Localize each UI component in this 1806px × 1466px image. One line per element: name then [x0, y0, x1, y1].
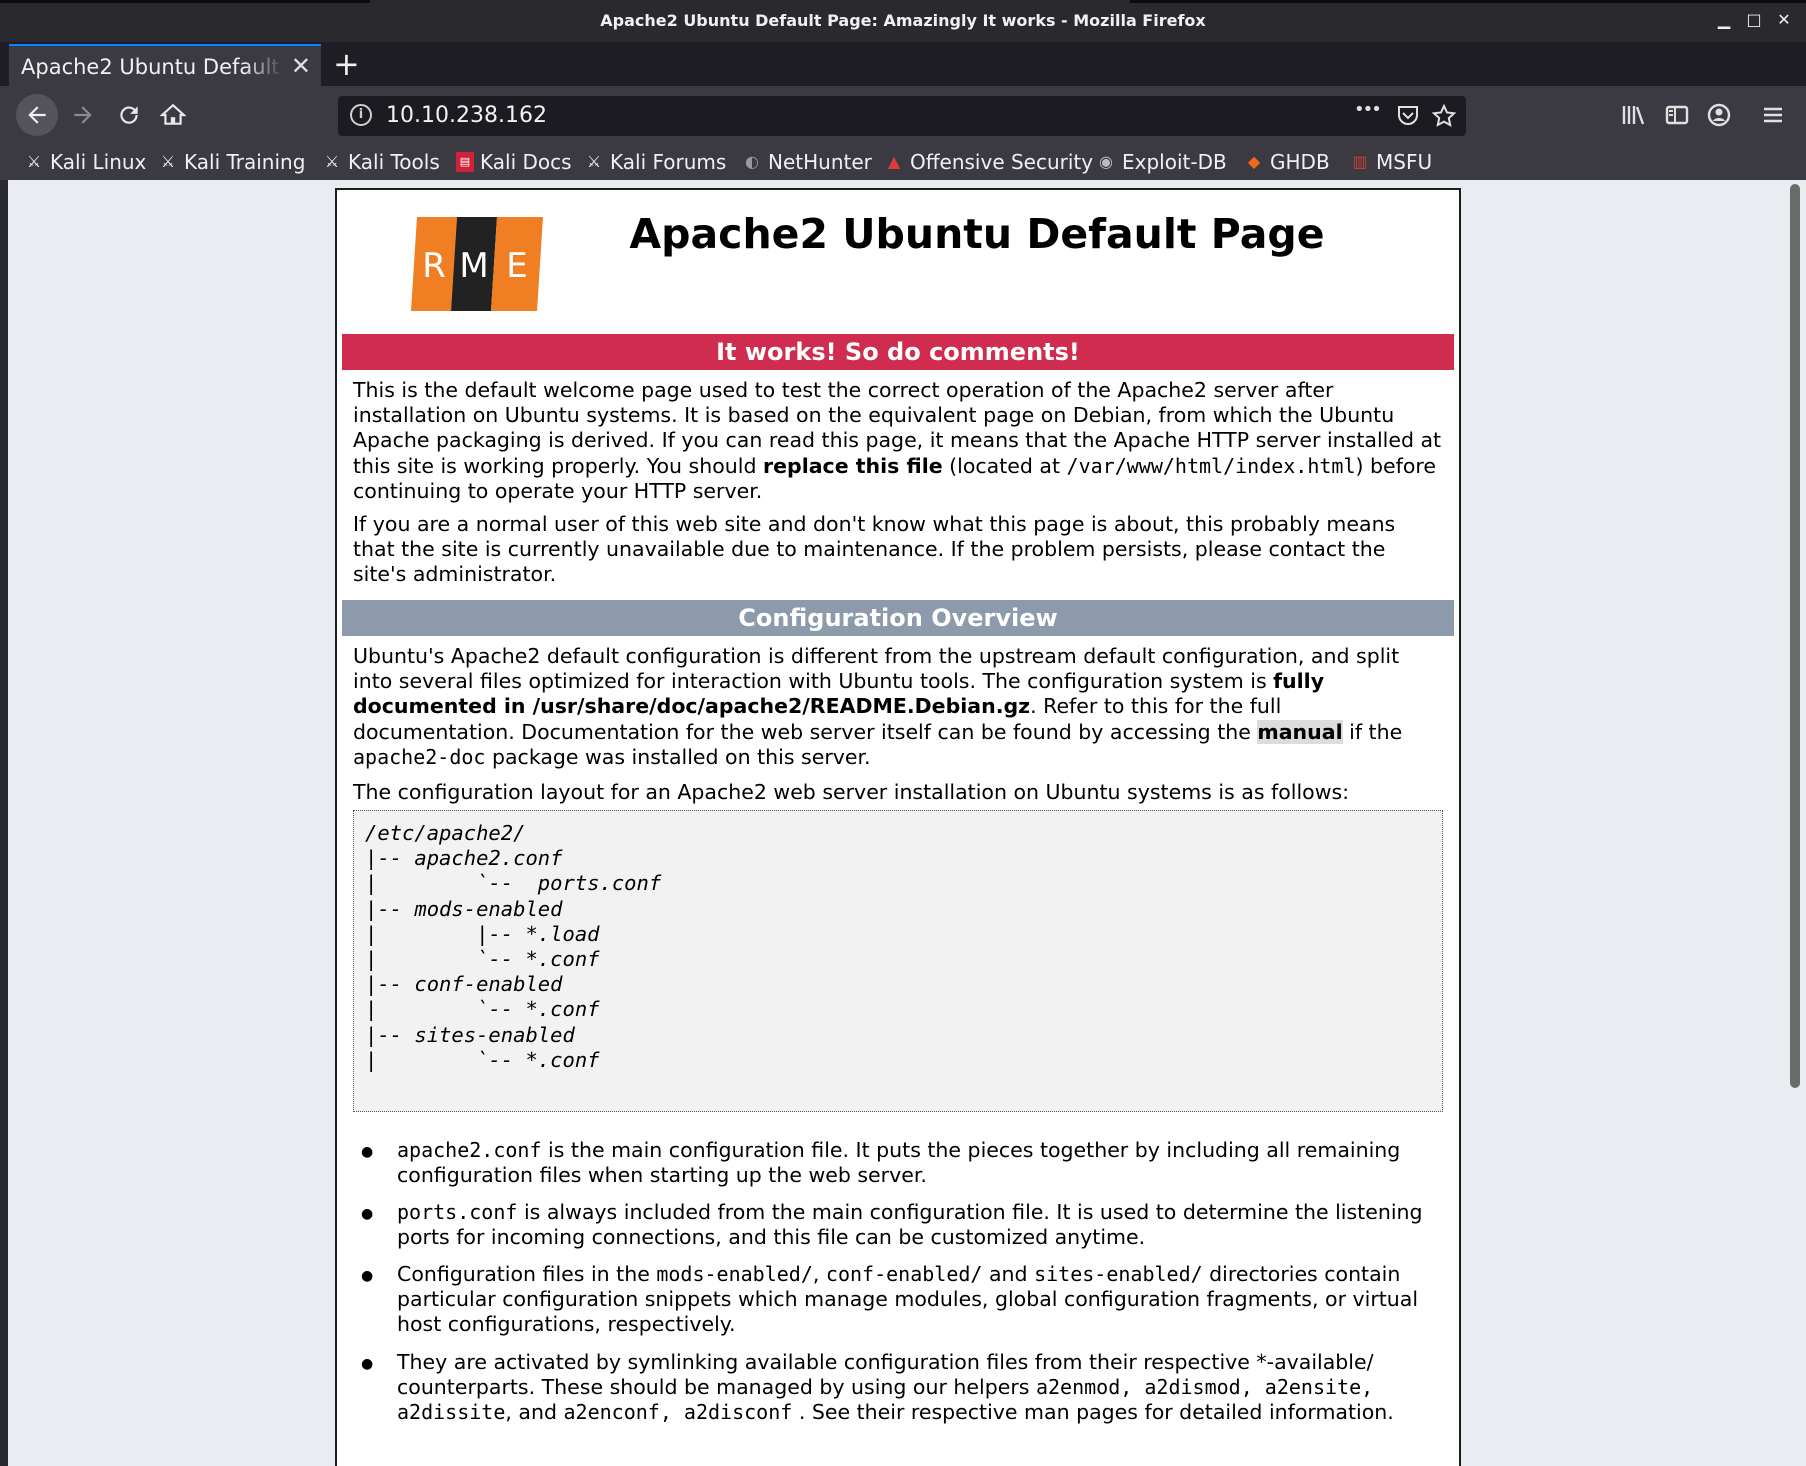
scrollbar-thumb[interactable]	[1790, 184, 1800, 1088]
dragon-icon: ⚔	[586, 152, 602, 171]
arrow-right-icon	[74, 106, 92, 124]
logo-letter-e: E	[506, 246, 527, 286]
bullet-2: ●	[361, 1206, 374, 1222]
minimize-icon[interactable]: ▁	[1714, 10, 1734, 30]
list-item: apache2.conf is the main configuration f…	[397, 1138, 1401, 1188]
exploitdb-icon: ◉	[1099, 152, 1113, 171]
bookmark-ghdb[interactable]: ◆ GHDB	[1244, 147, 1330, 177]
bookmark-kali-docs[interactable]: ▤ Kali Docs	[456, 147, 572, 177]
tab-label: Apache2 Ubuntu Default Page: Amazingly I…	[21, 55, 283, 79]
url-bar[interactable]: i 10.10.238.162 •••	[338, 96, 1466, 136]
bookmark-label: GHDB	[1270, 150, 1330, 174]
bookmark-label: Kali Training	[184, 150, 306, 174]
home-button[interactable]	[156, 98, 190, 132]
maintenance-paragraph: If you are a normal user of this web sit…	[353, 512, 1396, 587]
list-item: ports.conf is always included from the m…	[397, 1200, 1423, 1250]
logo-letter-m: M	[459, 246, 488, 286]
reload-button[interactable]	[112, 98, 146, 132]
manual-link[interactable]: manual	[1257, 719, 1343, 744]
tab-strip: Apache2 Ubuntu Default Page: Amazingly I…	[0, 42, 1806, 86]
arrow-left-icon	[28, 106, 46, 124]
ghdb-icon: ◆	[1247, 152, 1261, 171]
bullet-3: ●	[361, 1268, 374, 1284]
page-viewport[interactable]: R M E Apache2 Ubuntu Default Page It wor…	[8, 180, 1788, 1466]
page-container: R M E Apache2 Ubuntu Default Page It wor…	[335, 188, 1461, 1466]
page-actions-icon[interactable]: •••	[1354, 99, 1382, 120]
bookmark-exploit-db[interactable]: ◉ Exploit-DB	[1096, 147, 1227, 177]
bookmark-label: Kali Linux	[50, 150, 147, 174]
layout-paragraph: The configuration layout for an Apache2 …	[353, 780, 1350, 804]
bookmark-label: Kali Docs	[480, 150, 572, 174]
offsec-icon: ▲	[887, 152, 901, 171]
window-titlebar: Apache2 Ubuntu Default Page: Amazingly I…	[0, 0, 1806, 42]
rme-logo: R M E	[411, 217, 543, 311]
bookmark-msfu[interactable]: ▥ MSFU	[1350, 147, 1432, 177]
bookmark-kali-forums[interactable]: ⚔ Kali Forums	[584, 147, 727, 177]
bookmark-label: Kali Forums	[610, 150, 727, 174]
page-title: Apache2 Ubuntu Default Page	[629, 210, 1325, 258]
bookmarks-toolbar: ⚔ Kali Linux ⚔ Kali Training ⚔ Kali Tools ▤…	[0, 144, 1806, 180]
bookmark-label: NetHunter	[768, 150, 872, 174]
url-text[interactable]: 10.10.238.162	[386, 103, 547, 128]
dragon-icon: ⚔	[324, 152, 340, 171]
config-overview-header: Configuration Overview	[342, 600, 1454, 636]
list-item: Configuration files in the mods-enabled/…	[397, 1262, 1419, 1337]
bookmark-label: MSFU	[1376, 150, 1433, 174]
dragon-icon: ⚔	[160, 152, 176, 171]
library-icon[interactable]	[1616, 98, 1650, 132]
bullet-1: ●	[361, 1144, 374, 1160]
logo-letter-r: R	[422, 246, 446, 286]
sidebar-icon[interactable]	[1660, 98, 1694, 132]
bookmark-kali-tools[interactable]: ⚔ Kali Tools	[322, 147, 440, 177]
maximize-icon[interactable]: □	[1744, 10, 1764, 30]
bookmark-label: Offensive Security	[910, 150, 1094, 174]
tab-apache-default[interactable]: Apache2 Ubuntu Default Page: Amazingly I…	[9, 44, 321, 86]
titlebar-edge-right	[1130, 0, 1806, 3]
config-tree: /etc/apache2/ |-- apache2.conf | `-- por…	[365, 821, 662, 1072]
bullet-4: ●	[361, 1356, 374, 1372]
window-title: Apache2 Ubuntu Default Page: Amazingly I…	[600, 11, 1206, 30]
bookmark-label: Exploit-DB	[1122, 150, 1227, 174]
nethunter-icon: ◐	[745, 152, 759, 171]
new-tab-button[interactable]: +	[333, 46, 360, 82]
bookmark-star-icon[interactable]	[1432, 104, 1456, 128]
works-header: It works! So do comments!	[342, 334, 1454, 370]
msfu-icon: ▥	[1352, 152, 1368, 171]
bookmark-label: Kali Tools	[348, 150, 440, 174]
docs-icon: ▤	[456, 152, 474, 172]
info-icon[interactable]: i	[350, 104, 372, 126]
bookmark-kali-linux[interactable]: ⚔ Kali Linux	[24, 147, 147, 177]
bookmark-kali-training[interactable]: ⚔ Kali Training	[158, 147, 306, 177]
titlebar-edge	[0, 0, 370, 3]
back-button[interactable]	[16, 94, 58, 136]
config-paragraph: Ubuntu's Apache2 default configuration i…	[353, 644, 1403, 769]
reload-icon	[120, 106, 138, 124]
bookmark-offensive-security[interactable]: ▲ Offensive Security	[884, 147, 1093, 177]
bookmark-nethunter[interactable]: ◐ NetHunter	[742, 147, 872, 177]
pocket-icon[interactable]	[1396, 105, 1420, 127]
config-tree-box: /etc/apache2/ |-- apache2.conf | `-- por…	[353, 810, 1443, 1112]
home-icon	[159, 103, 187, 125]
tab-close-icon[interactable]: ✕	[291, 52, 311, 80]
forward-button[interactable]	[66, 98, 100, 132]
list-item: They are activated by symlinking availab…	[397, 1350, 1394, 1425]
navigation-toolbar: i 10.10.238.162 •••	[0, 86, 1806, 144]
window-close-icon[interactable]: ✕	[1774, 10, 1794, 30]
account-icon[interactable]	[1702, 98, 1736, 132]
menu-icon[interactable]	[1756, 98, 1790, 132]
dragon-icon: ⚔	[26, 152, 42, 171]
intro-paragraph: This is the default welcome page used to…	[353, 378, 1442, 503]
